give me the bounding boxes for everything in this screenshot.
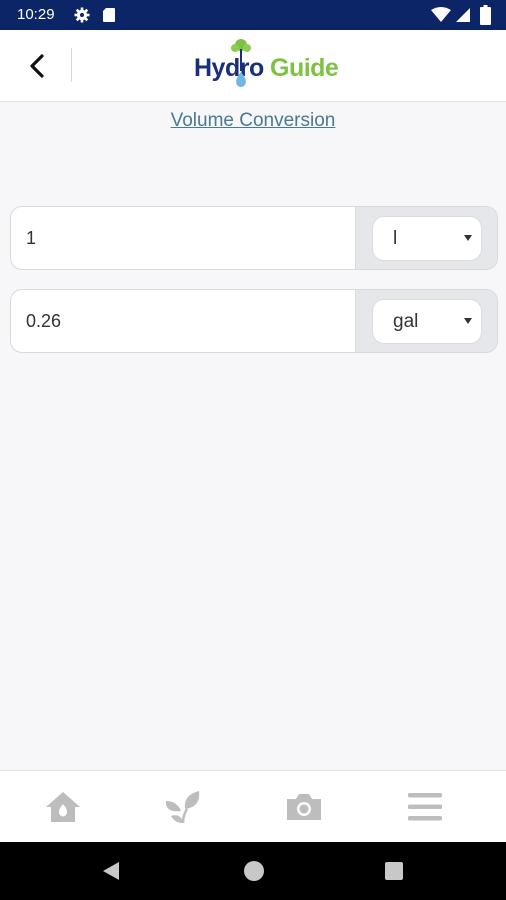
battery-icon [480,5,491,25]
page-title-link[interactable]: Volume Conversion [0,110,506,132]
status-time: 10:29 [17,6,55,23]
to-unit-container: gal [355,290,497,352]
back-icon[interactable] [20,48,56,84]
system-home-icon[interactable] [244,861,264,881]
from-unit-container: l [355,207,497,269]
home-icon[interactable] [43,789,83,825]
to-value-input[interactable] [11,290,355,352]
leaves-icon[interactable] [163,789,203,825]
system-back-icon[interactable] [100,860,122,882]
to-unit-select[interactable]: gal [372,299,482,344]
settings-icon [74,7,90,23]
app-header: Hydro Guide [0,30,506,102]
wifi-icon [431,7,451,22]
bottom-navigation [0,770,506,842]
logo-guide-text: Guide [270,54,339,82]
sd-card-icon [103,8,115,22]
hydroguide-logo: Hydro Guide [192,39,352,92]
camera-icon[interactable] [284,789,324,825]
header-divider [71,48,72,82]
from-unit-select[interactable]: l [372,216,482,261]
from-value-input[interactable] [11,207,355,269]
tree-drop-icon [231,39,251,87]
signal-icon [456,8,470,22]
status-bar: 10:29 [0,0,506,30]
system-recents-icon[interactable] [385,862,403,880]
from-unit-value: l [393,228,398,249]
conversion-row-to: gal [10,289,498,353]
dropdown-arrow-icon [464,235,472,241]
to-unit-value: gal [393,311,419,332]
conversion-row-from: l [10,206,498,270]
dropdown-arrow-icon [464,318,472,324]
system-navigation-bar [0,842,506,900]
menu-icon[interactable] [405,789,445,825]
